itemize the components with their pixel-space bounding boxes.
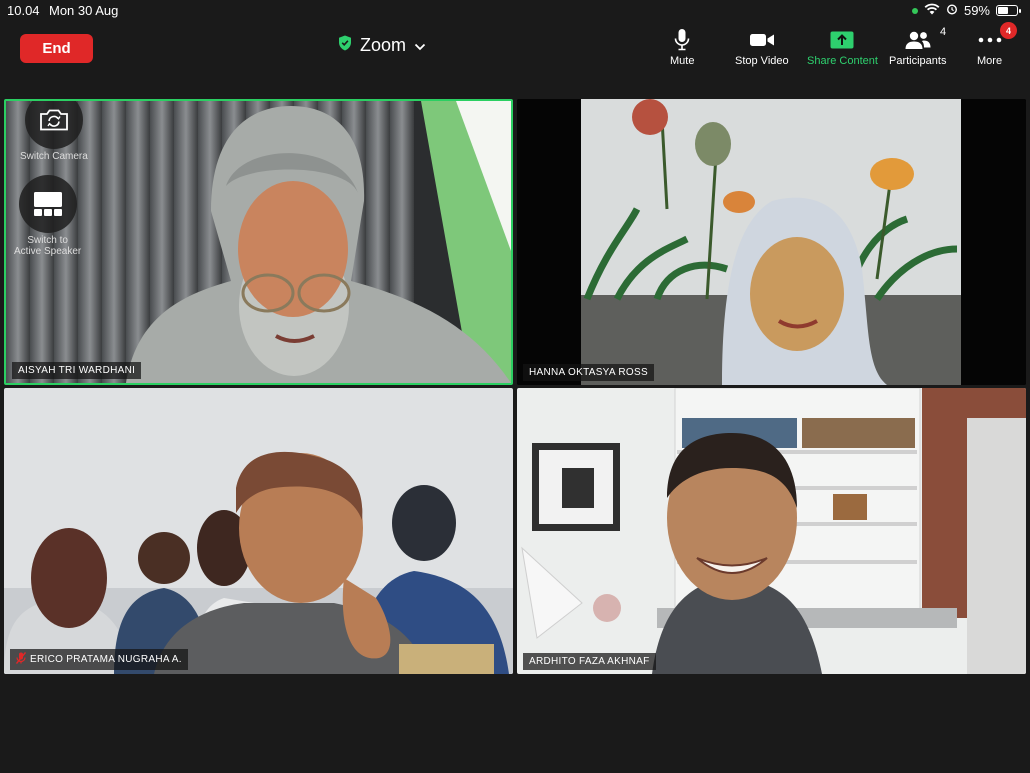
participant-name-label: AISYAH TRI WARDHANI bbox=[12, 362, 142, 379]
video-tile-ardhito[interactable]: ARDHITO FAZA AKHNAF bbox=[517, 388, 1026, 674]
zoom-meeting-screen: 10.04 Mon 30 Aug 59% End Zoom Mute Stop … bbox=[0, 0, 1030, 773]
participant-name: HANNA OKTASYA ROSS bbox=[529, 367, 648, 378]
switch-camera-label: Switch Camera bbox=[20, 151, 88, 162]
video-tile-erico[interactable]: ERICO PRATAMA NUGRAHA A. bbox=[4, 388, 513, 674]
switch-speaker-label-line1: Switch to bbox=[27, 235, 68, 246]
participant-name-label: HANNA OKTASYA ROSS bbox=[523, 364, 654, 381]
participants-icon bbox=[904, 28, 932, 52]
participant-name-label: ERICO PRATAMA NUGRAHA A. bbox=[10, 649, 188, 670]
camera-switch-icon bbox=[24, 101, 83, 149]
battery-icon bbox=[996, 5, 1021, 16]
notification-badge: 4 bbox=[1000, 22, 1017, 39]
stop-video-label: Stop Video bbox=[735, 55, 789, 67]
participant-name: ARDHITO FAZA AKHNAF bbox=[529, 656, 650, 667]
switch-camera-button[interactable]: Switch Camera bbox=[20, 101, 88, 162]
switch-speaker-label-line2: Active Speaker bbox=[14, 246, 82, 257]
video-feed-erico bbox=[4, 388, 513, 674]
stop-video-button[interactable]: Stop Video bbox=[735, 28, 789, 67]
video-camera-icon bbox=[749, 28, 775, 52]
more-label: More bbox=[977, 55, 1003, 67]
video-tile-aisyah[interactable]: AISYAH TRI WARDHANI Switch Camera Switch… bbox=[4, 99, 513, 385]
camera-in-use-indicator bbox=[911, 7, 918, 14]
participants-button[interactable]: 4 Participants bbox=[889, 26, 947, 67]
status-date: Mon 30 Aug bbox=[49, 3, 119, 18]
status-indicators: 59% bbox=[911, 3, 1021, 18]
wifi-icon bbox=[924, 3, 940, 18]
battery-percent: 59% bbox=[963, 3, 990, 18]
alarm-icon bbox=[946, 3, 958, 18]
more-dots-icon bbox=[978, 28, 1002, 52]
microphone-icon bbox=[674, 28, 690, 52]
participants-label: Participants bbox=[889, 55, 947, 67]
speaker-view-icon bbox=[18, 175, 77, 233]
status-time: 10.04 bbox=[7, 3, 40, 18]
participants-count: 4 bbox=[940, 26, 947, 38]
muted-microphone-icon bbox=[15, 652, 27, 667]
meeting-toolbar: Mute Stop Video Share Content 4 Particip… bbox=[0, 22, 1030, 72]
video-feed-hanna bbox=[517, 99, 1026, 385]
participant-name-label: ARDHITO FAZA AKHNAF bbox=[523, 653, 656, 670]
participant-name: ERICO PRATAMA NUGRAHA A. bbox=[30, 654, 182, 665]
switch-active-speaker-button[interactable]: Switch to Active Speaker bbox=[14, 175, 81, 257]
mute-label: Mute bbox=[670, 55, 695, 67]
share-content-button[interactable]: Share Content bbox=[807, 28, 878, 67]
mute-button[interactable]: Mute bbox=[670, 28, 694, 67]
participant-name: AISYAH TRI WARDHANI bbox=[18, 365, 136, 376]
status-bar: 10.04 Mon 30 Aug 59% bbox=[0, 0, 1030, 22]
video-tile-hanna[interactable]: HANNA OKTASYA ROSS bbox=[517, 99, 1026, 385]
video-feed-ardhito bbox=[517, 388, 1026, 674]
more-button[interactable]: 4 More bbox=[977, 22, 1017, 67]
share-screen-icon bbox=[830, 28, 854, 52]
share-content-label: Share Content bbox=[807, 55, 878, 67]
